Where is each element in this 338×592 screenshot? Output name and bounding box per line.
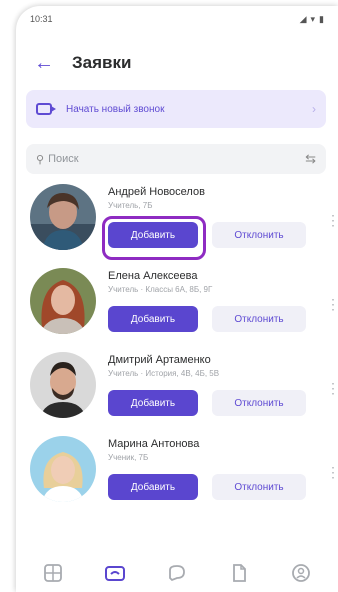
start-call-label: Начать новый звонок	[66, 103, 165, 115]
start-call-banner[interactable]: Начать новый звонок ›	[26, 90, 326, 128]
document-icon	[233, 564, 246, 582]
page-title: Заявки	[72, 53, 132, 72]
avatar[interactable]	[30, 184, 96, 250]
decline-button[interactable]: Отклонить	[212, 222, 306, 248]
tab-bar	[16, 554, 338, 592]
tab-chat[interactable]	[162, 558, 192, 588]
decline-button[interactable]: Отклонить	[212, 390, 306, 416]
request-subtitle: Учитель, 7Б	[108, 201, 153, 210]
battery-icon: ▮	[319, 13, 324, 24]
request-item: Елена Алексеева Учитель · Классы 6А, 8Б,…	[26, 268, 338, 348]
search-icon: ⚲	[36, 153, 45, 166]
add-button[interactable]: Добавить	[108, 474, 198, 500]
request-subtitle: Учитель · Классы 6А, 8Б, 9Г	[108, 285, 213, 294]
avatar[interactable]	[30, 268, 96, 334]
search-input[interactable]	[48, 153, 306, 165]
calls-icon	[105, 566, 125, 581]
more-vertical-icon[interactable]: ⋮	[326, 296, 338, 313]
arrow-left-icon[interactable]: ←	[34, 52, 60, 75]
search-bar: ⚲ ⇆	[26, 144, 326, 174]
request-item: Дмитрий Артаменко Учитель · История, 4В,…	[26, 352, 338, 432]
profile-icon	[292, 564, 310, 582]
status-icons: ◢ ▾ ▮	[300, 14, 324, 25]
more-vertical-icon[interactable]: ⋮	[326, 212, 338, 229]
add-button[interactable]: Добавить	[108, 306, 198, 332]
request-name: Андрей Новоселов	[108, 186, 205, 198]
chevron-right-icon: ›	[312, 102, 316, 116]
more-vertical-icon[interactable]: ⋮	[326, 464, 338, 481]
add-button-highlight	[102, 216, 206, 260]
request-name: Елена Алексеева	[108, 270, 198, 282]
request-name: Дмитрий Артаменко	[108, 354, 211, 366]
decline-button[interactable]: Отклонить	[212, 306, 306, 332]
status-bar: 10:31 ◢ ▾ ▮	[16, 6, 338, 32]
grid-icon	[44, 564, 62, 582]
tab-calls[interactable]	[100, 558, 130, 588]
signal-icon: ◢	[299, 13, 307, 24]
avatar[interactable]	[30, 436, 96, 502]
decline-button[interactable]: Отклонить	[212, 474, 306, 500]
tab-documents[interactable]	[224, 558, 254, 588]
tab-profile[interactable]	[286, 558, 316, 588]
add-button[interactable]: Добавить	[108, 390, 198, 416]
more-vertical-icon[interactable]: ⋮	[326, 380, 338, 397]
chat-icon	[169, 565, 185, 582]
filter-icon[interactable]: ⇆	[305, 151, 316, 167]
request-name: Марина Антонова	[108, 438, 200, 450]
status-time: 10:31	[30, 14, 53, 24]
tab-home[interactable]	[38, 558, 68, 588]
header: ← Заявки	[16, 46, 338, 80]
request-subtitle: Учитель · История, 4В, 4Б, 5В	[108, 369, 220, 378]
phone-screen: 10:31 ◢ ▾ ▮ ← Заявки Начать новый звонок…	[16, 6, 338, 592]
avatar[interactable]	[30, 352, 96, 418]
request-item: Марина Антонова Ученик, 7Б Добавить Откл…	[26, 436, 338, 516]
wifi-icon: ▾	[310, 13, 316, 24]
request-subtitle: Ученик, 7Б	[108, 453, 149, 462]
camera-icon	[36, 103, 56, 115]
